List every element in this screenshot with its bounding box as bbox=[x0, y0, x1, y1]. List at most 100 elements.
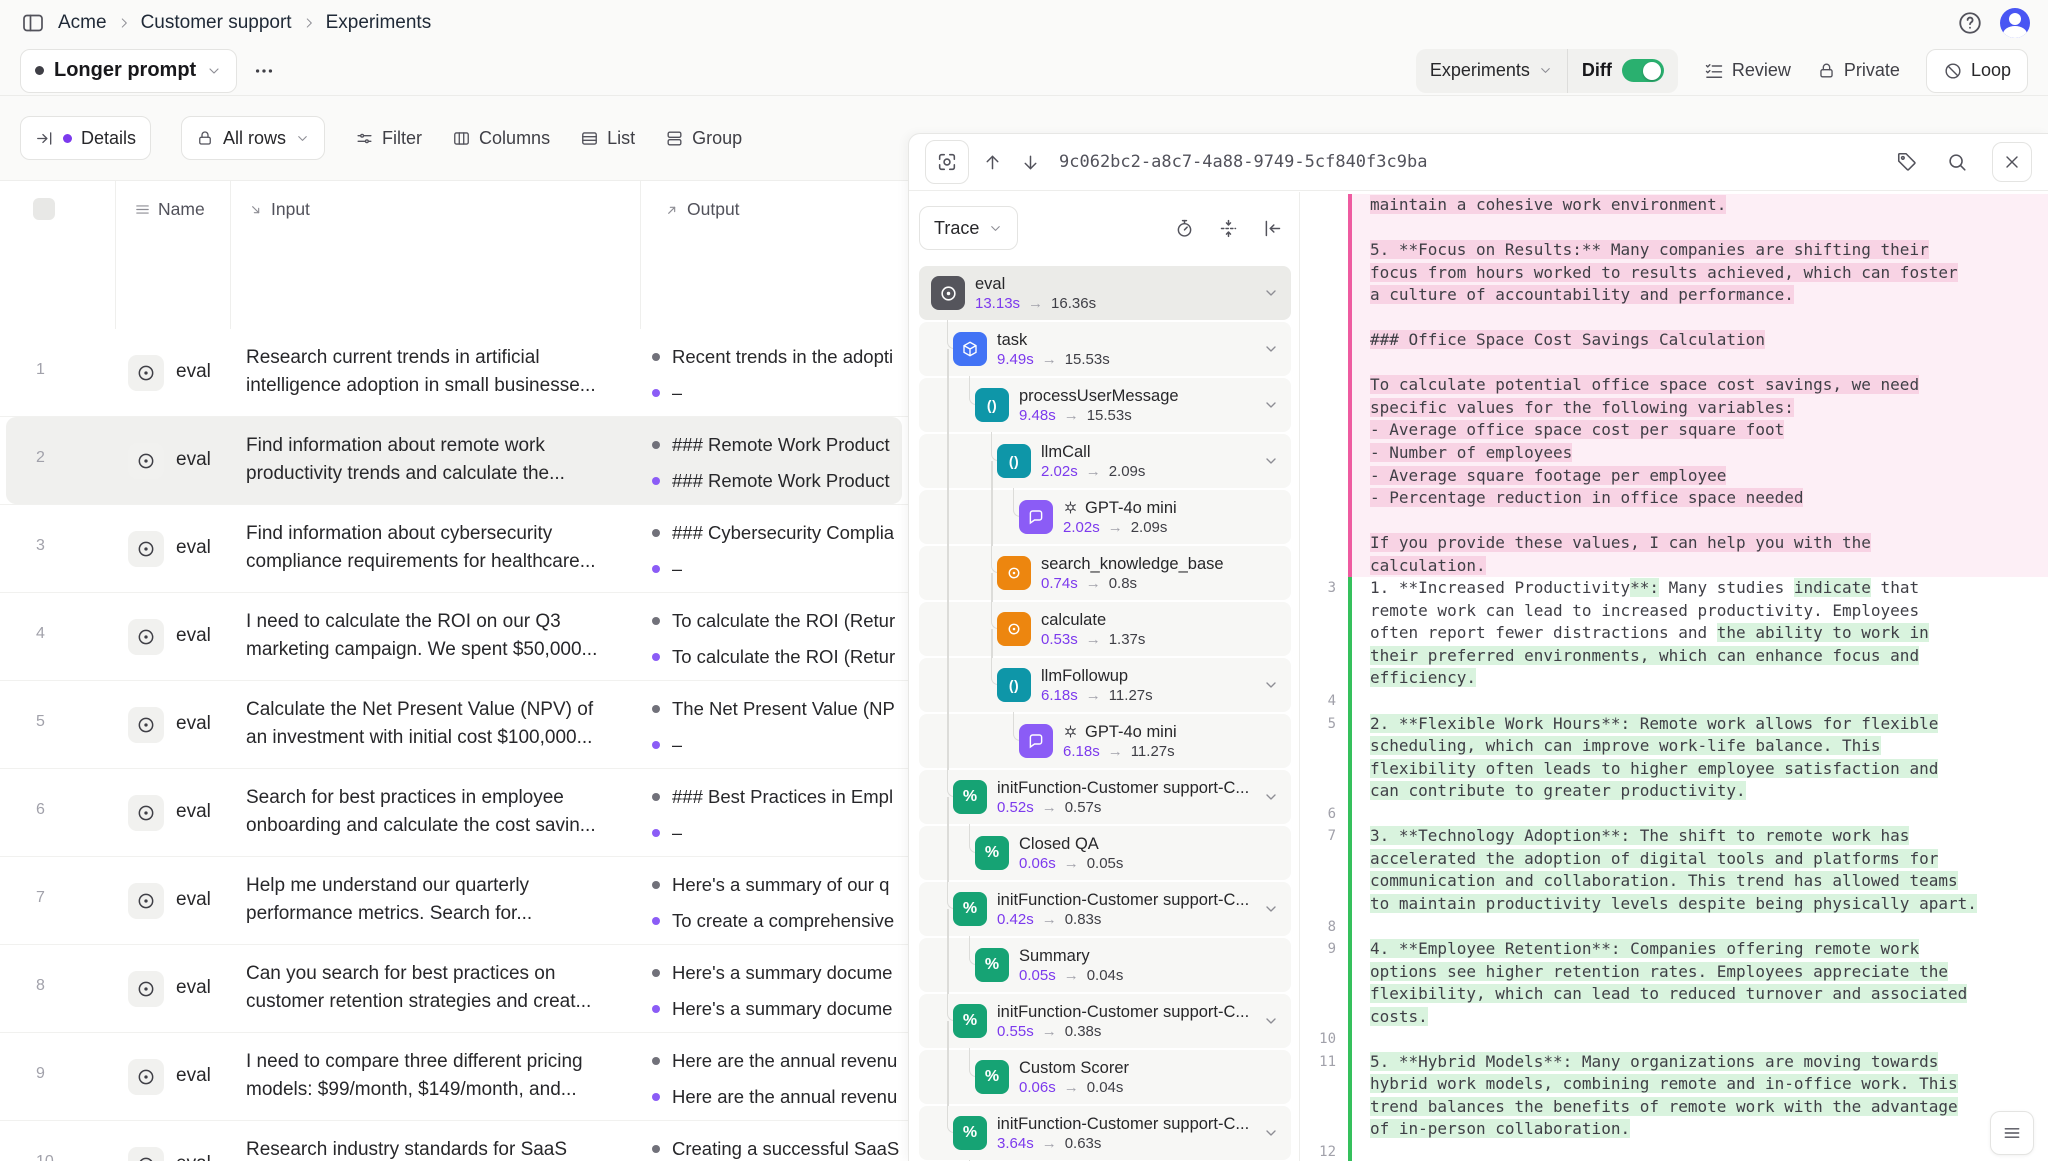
span-duration: 6.18s→11.27s bbox=[1041, 686, 1153, 705]
table-row[interactable]: 8evalCan you search for best practices o… bbox=[0, 945, 908, 1033]
table-row[interactable]: 3evalFind information about cybersecurit… bbox=[0, 505, 908, 593]
trace-span-row[interactable]: %initFunction-Customer support-C...3.64s… bbox=[919, 1106, 1291, 1160]
table-row[interactable]: 4evalI need to calculate the ROI on our … bbox=[0, 593, 908, 681]
table-row[interactable]: 5evalCalculate the Net Present Value (NP… bbox=[0, 681, 908, 769]
expand-chevron[interactable] bbox=[1263, 397, 1279, 413]
input-cell: I need to compare three different pricin… bbox=[246, 1048, 638, 1104]
review-button[interactable]: Review bbox=[1704, 60, 1791, 81]
timing-button[interactable] bbox=[1171, 215, 1197, 241]
expand-chevron[interactable] bbox=[1263, 677, 1279, 693]
experiment-select[interactable]: Longer prompt bbox=[20, 49, 237, 93]
trace-span-row[interactable]: eval13.13s→16.36s bbox=[919, 266, 1291, 320]
trace-span-row[interactable]: ()llmFollowup6.18s→11.27s bbox=[919, 658, 1291, 712]
diff-options-button[interactable] bbox=[1990, 1111, 2034, 1155]
filter-label: Filter bbox=[382, 128, 422, 149]
rows-filter-select[interactable]: All rows bbox=[181, 116, 325, 160]
sidebar-toggle-button[interactable] bbox=[18, 8, 48, 38]
diff-line: trend balances the benefits of remote wo… bbox=[1300, 1096, 2048, 1119]
column-header-name[interactable]: Name bbox=[134, 199, 205, 220]
span-meta: llmCall2.02s→2.09s bbox=[1041, 442, 1145, 481]
expand-chevron[interactable] bbox=[1263, 1125, 1279, 1141]
focus-span-button[interactable] bbox=[925, 140, 969, 184]
output-text: Here's a summary docume bbox=[672, 998, 892, 1020]
table-row[interactable]: 1evalResearch current trends in artifici… bbox=[0, 329, 908, 417]
help-button[interactable] bbox=[1956, 9, 1984, 37]
span-name: GPT-4o mini bbox=[1063, 498, 1177, 518]
trace-span-row[interactable]: %initFunction-Customer support-C...0.42s… bbox=[919, 882, 1291, 936]
list-button[interactable]: List bbox=[580, 128, 635, 149]
column-header-input[interactable]: Input bbox=[248, 199, 310, 220]
tags-button[interactable] bbox=[1892, 147, 1922, 177]
row-name: eval bbox=[176, 537, 211, 559]
breadcrumb-project[interactable]: Customer support bbox=[141, 12, 292, 34]
eval-badge bbox=[128, 883, 164, 919]
output-text: Here are the annual revenu bbox=[672, 1050, 897, 1072]
chevron-down-icon bbox=[1263, 453, 1279, 469]
details-button[interactable]: Details bbox=[20, 116, 151, 160]
diff-text: can contribute to greater productivity. bbox=[1352, 780, 2048, 803]
row-name: eval bbox=[176, 801, 211, 823]
diff-line-number bbox=[1300, 961, 1348, 984]
table-row[interactable]: 6evalSearch for best practices in employ… bbox=[0, 769, 908, 857]
expand-chevron[interactable] bbox=[1263, 789, 1279, 805]
percent-icon: % bbox=[963, 900, 977, 918]
private-button[interactable]: Private bbox=[1817, 60, 1900, 81]
diff-line: 94. **Employee Retention**: Companies of… bbox=[1300, 938, 2048, 961]
expand-chevron[interactable] bbox=[1263, 453, 1279, 469]
trace-span-row[interactable]: search_knowledge_base0.74s→0.8s bbox=[919, 546, 1291, 600]
table-row[interactable]: 9evalI need to compare three different p… bbox=[0, 1033, 908, 1121]
trace-span-row[interactable]: %Custom Scorer0.06s→0.04s bbox=[919, 1050, 1291, 1104]
collapse-all-button[interactable] bbox=[1215, 215, 1241, 241]
loop-button[interactable]: Loop bbox=[1926, 49, 2028, 93]
output-line: Creating a successful SaaS bbox=[652, 1135, 908, 1161]
expand-chevron[interactable] bbox=[1263, 1013, 1279, 1029]
trace-span-row[interactable]: GPT-4o mini2.02s→2.09s bbox=[919, 490, 1291, 544]
more-options-button[interactable] bbox=[245, 52, 283, 90]
breadcrumb-page[interactable]: Experiments bbox=[326, 12, 432, 34]
chevron-down-icon bbox=[1538, 63, 1553, 78]
table-row[interactable]: 2evalFind information about remote workp… bbox=[0, 417, 908, 505]
group-button[interactable]: Group bbox=[665, 128, 742, 149]
table-row[interactable]: 10evalResearch industry standards for Sa… bbox=[0, 1121, 908, 1161]
select-all-checkbox[interactable] bbox=[33, 198, 55, 220]
trace-view-select[interactable]: Trace bbox=[919, 206, 1018, 250]
expand-chevron[interactable] bbox=[1263, 341, 1279, 357]
arrow-right-icon: → bbox=[1042, 1022, 1057, 1041]
trace-span-row[interactable]: %initFunction-Customer support-C...0.52s… bbox=[919, 770, 1291, 824]
trace-span-row[interactable]: %Summary0.05s→0.04s bbox=[919, 938, 1291, 992]
duration-comparison: 15.53s bbox=[1065, 350, 1110, 369]
span-type-icon bbox=[997, 556, 1031, 590]
search-button[interactable] bbox=[1942, 147, 1972, 177]
close-panel-button[interactable] bbox=[1992, 142, 2032, 182]
trace-span-row[interactable]: task9.49s→15.53s bbox=[919, 322, 1291, 376]
diff-line-number bbox=[1300, 893, 1348, 916]
previous-row-button[interactable] bbox=[977, 147, 1007, 177]
next-row-button[interactable] bbox=[1015, 147, 1045, 177]
trace-span-row[interactable]: ()llmCall2.02s→2.09s bbox=[919, 434, 1291, 488]
chevron-down-icon bbox=[1263, 341, 1279, 357]
trace-span-row[interactable]: %initFunction-Customer support-C...0.55s… bbox=[919, 994, 1291, 1048]
diff-toggle[interactable] bbox=[1622, 59, 1664, 82]
duration-current: 0.06s bbox=[1019, 854, 1056, 873]
expand-chevron[interactable] bbox=[1263, 901, 1279, 917]
filter-button[interactable]: Filter bbox=[355, 128, 422, 149]
breadcrumb-org[interactable]: Acme bbox=[58, 12, 107, 34]
arrow-down-right-icon bbox=[248, 202, 264, 218]
table-row[interactable]: 7evalHelp me understand our quarterlyper… bbox=[0, 857, 908, 945]
columns-label: Columns bbox=[479, 128, 550, 149]
avatar[interactable] bbox=[2000, 8, 2030, 38]
diff-line: scheduling, which can improve work-life … bbox=[1300, 735, 2048, 758]
diff-line-number bbox=[1300, 1073, 1348, 1096]
collapse-tree-pane-button[interactable] bbox=[1259, 215, 1285, 241]
diff-segment: - Average office space cost per square f… bbox=[1370, 420, 1784, 439]
trace-span-row[interactable]: %Closed QA0.06s→0.05s bbox=[919, 826, 1291, 880]
trace-span-row[interactable]: ()processUserMessage9.48s→15.53s bbox=[919, 378, 1291, 432]
view-select[interactable]: Experiments bbox=[1416, 49, 1567, 93]
trace-span-row[interactable]: calculate0.53s→1.37s bbox=[919, 602, 1291, 656]
target-icon bbox=[136, 451, 156, 471]
trace-span-row[interactable]: GPT-4o mini6.18s→11.27s bbox=[919, 714, 1291, 768]
columns-button[interactable]: Columns bbox=[452, 128, 550, 149]
span-type-icon bbox=[997, 612, 1031, 646]
expand-chevron[interactable] bbox=[1263, 285, 1279, 301]
column-header-output[interactable]: Output bbox=[664, 199, 740, 220]
